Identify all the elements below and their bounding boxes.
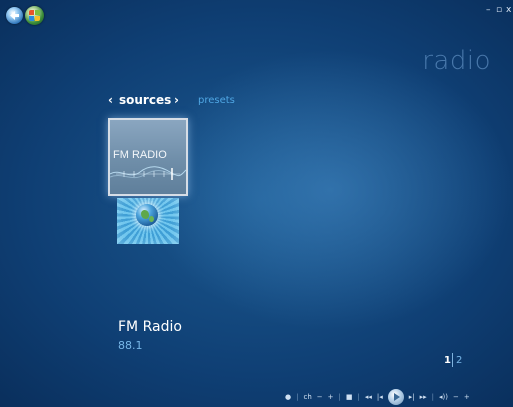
- restore-button[interactable]: ▫: [496, 5, 502, 15]
- back-arrow-icon: [10, 11, 19, 20]
- mute-button[interactable]: ◂)): [439, 393, 448, 401]
- windows-logo-icon: [29, 10, 34, 15]
- page-current: 1: [444, 355, 451, 366]
- internet-radio-tile[interactable]: [117, 198, 179, 244]
- rewind-button[interactable]: ◂◂: [365, 393, 372, 401]
- nav-prev-arrow[interactable]: ‹: [108, 93, 113, 107]
- channel-label: ch: [303, 393, 312, 401]
- radio-wave-icon: [110, 166, 186, 180]
- previous-button[interactable]: |◂: [377, 393, 383, 401]
- page-next[interactable]: 2: [456, 355, 462, 366]
- next-button[interactable]: ▸|: [409, 393, 415, 401]
- stop-button[interactable]: ■: [346, 393, 353, 401]
- globe-icon: [136, 204, 158, 226]
- minimize-button[interactable]: –: [486, 5, 491, 15]
- windows-start-button[interactable]: [25, 6, 44, 25]
- transport-controls: ● | ch − + | ■ | ◂◂ |◂ ▸| ▸▸ | ◂)) − +: [285, 389, 470, 405]
- close-button[interactable]: x: [506, 5, 511, 15]
- selected-station-name: FM Radio: [118, 319, 182, 335]
- channel-down-button[interactable]: −: [317, 393, 323, 401]
- channel-up-button[interactable]: +: [328, 393, 334, 401]
- nav-pivot-sources[interactable]: sources: [119, 93, 171, 107]
- volume-down-button[interactable]: −: [453, 393, 459, 401]
- back-button[interactable]: [6, 7, 23, 24]
- selected-station-frequency: 88.1: [118, 339, 143, 352]
- nav-pivot-presets[interactable]: presets: [198, 95, 235, 106]
- fast-forward-button[interactable]: ▸▸: [420, 393, 427, 401]
- nav-next-arrow[interactable]: ›: [174, 93, 179, 107]
- play-button[interactable]: [387, 389, 404, 405]
- page-separator: [452, 353, 453, 367]
- fm-radio-tile[interactable]: FM RADIO: [108, 118, 188, 196]
- record-button[interactable]: ●: [285, 393, 291, 401]
- volume-up-button[interactable]: +: [464, 393, 470, 401]
- page-title: radio: [422, 46, 491, 76]
